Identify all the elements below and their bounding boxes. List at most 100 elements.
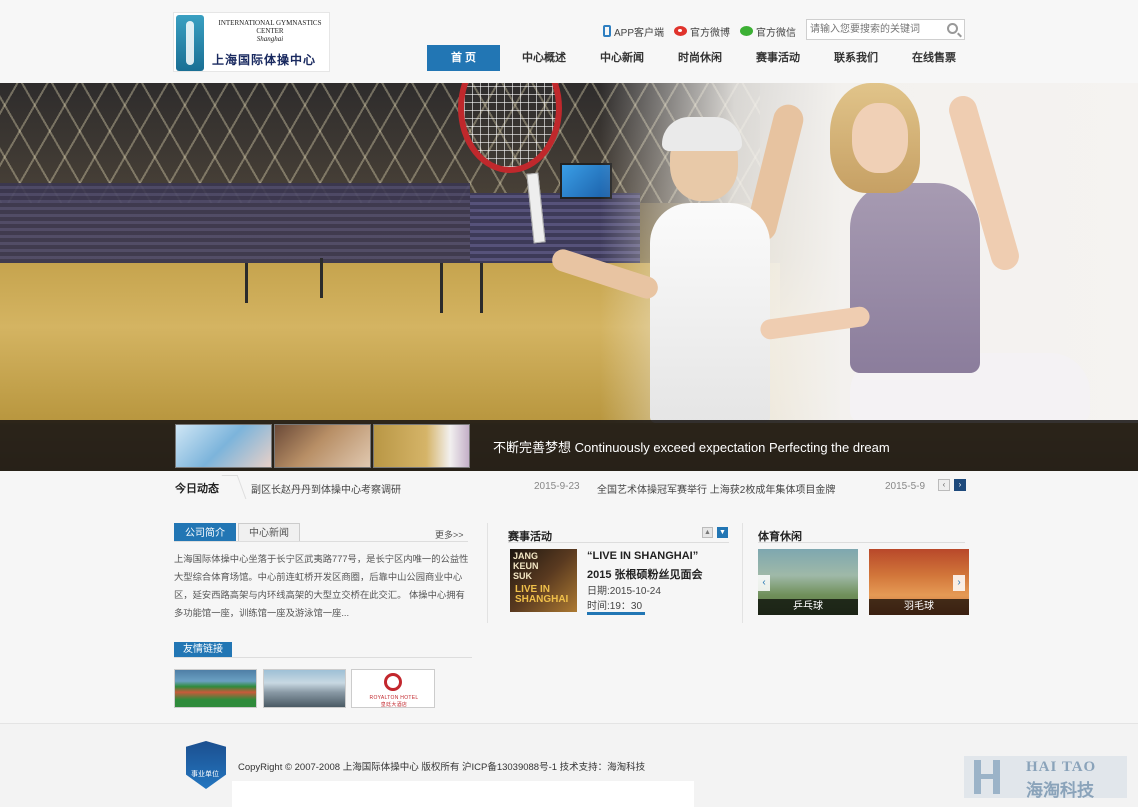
news-ticker: 今日动态 副区长赵丹丹到体操中心考察调研 2015-9-23 全国艺术体操冠军赛… bbox=[0, 471, 1138, 502]
app-link-label: APP客户端 bbox=[614, 27, 665, 39]
tennis-racket-image bbox=[458, 83, 578, 244]
company-intro-text: 上海国际体操中心坐落于长宁区武夷路777号，是长宁区内唯一的公益性大型综合体育场… bbox=[174, 554, 469, 618]
friend-link-stadium[interactable] bbox=[174, 669, 257, 708]
tennis-player-purple bbox=[759, 83, 1090, 423]
wechat-link-label: 官方微信 bbox=[756, 27, 797, 39]
banner-thumbnail-bar: 不断完善梦想 Continuously exceed expectation P… bbox=[0, 420, 1138, 471]
badge-label: 事业单位 bbox=[191, 771, 219, 778]
weibo-link-label: 官方微博 bbox=[690, 27, 731, 39]
search-icon[interactable] bbox=[947, 23, 958, 34]
event-poster-name: JANG KEUN SUK bbox=[513, 551, 539, 581]
logo-chinese: 上海国际体操中心 bbox=[212, 53, 317, 67]
hotel-name-cn: 皇廷大酒店 bbox=[380, 702, 408, 708]
royalton-logo-icon bbox=[384, 673, 402, 691]
ticker-title: 今日动态 bbox=[175, 483, 219, 495]
column-divider bbox=[487, 523, 488, 623]
logo-en-line2: Center bbox=[256, 27, 284, 35]
phone-icon bbox=[603, 25, 611, 37]
event-poster-title: LIVE IN SHANGHAI bbox=[515, 584, 569, 605]
tab-company-intro[interactable]: 公司简介 bbox=[174, 523, 236, 542]
net-pole bbox=[480, 263, 483, 313]
more-link[interactable]: 更多>> bbox=[435, 528, 464, 541]
player-cap bbox=[662, 117, 742, 151]
gymnast-logo-icon bbox=[176, 15, 204, 71]
links-underline bbox=[174, 657, 472, 658]
nav-news[interactable]: 中心新闻 bbox=[583, 45, 661, 71]
ticker-date: 2015-5-9 bbox=[885, 481, 926, 492]
sport-caption: 乒乓球 bbox=[758, 599, 858, 615]
tab-center-news[interactable]: 中心新闻 bbox=[238, 523, 300, 542]
wechat-icon bbox=[740, 26, 754, 36]
about-tabs: 公司简介 中心新闻 bbox=[174, 523, 302, 542]
search-box bbox=[806, 19, 965, 40]
logo-en-line1: International Gymnastics bbox=[218, 19, 322, 27]
app-link[interactable]: APP客户端 bbox=[603, 24, 664, 39]
sports-prev-arrow[interactable]: ‹ bbox=[758, 575, 770, 591]
racket-handle bbox=[526, 172, 546, 244]
friend-link-building[interactable] bbox=[263, 669, 346, 708]
sport-caption: 羽毛球 bbox=[869, 599, 969, 615]
events-up-button[interactable]: ▲ bbox=[702, 527, 713, 538]
public-institution-badge-icon[interactable]: 事业单位 bbox=[186, 741, 226, 789]
nav-home[interactable]: 首 页 bbox=[427, 45, 500, 71]
player-body bbox=[650, 203, 770, 423]
search-input[interactable] bbox=[810, 22, 940, 37]
haitao-watermark: HAI TAO 海淘科技 bbox=[964, 756, 1127, 800]
nav-overview[interactable]: 中心概述 bbox=[505, 45, 583, 71]
sport-item-pingpong[interactable]: 乒乓球 bbox=[758, 549, 858, 615]
nav-contact[interactable]: 联系我们 bbox=[817, 45, 895, 71]
wechat-link[interactable]: 官方微信 bbox=[740, 24, 796, 39]
net-pole bbox=[245, 263, 248, 303]
ticker-item[interactable]: 全国艺术体操冠军赛举行 上海获2枚成年集体项目金牌 bbox=[597, 481, 835, 496]
event-time: 时间:19：30 bbox=[587, 601, 643, 612]
net-pole bbox=[320, 258, 323, 298]
friend-link-royalton-hotel[interactable]: ROYALTON HOTEL 皇廷大酒店 bbox=[351, 669, 435, 708]
events-underline bbox=[508, 542, 729, 543]
banner-thumb-3[interactable] bbox=[373, 424, 470, 468]
hotel-name: ROYALTON HOTEL 皇廷大酒店 bbox=[356, 695, 432, 708]
weibo-icon bbox=[674, 26, 688, 36]
event-progress-bar bbox=[587, 612, 645, 615]
haitao-en: HAI TAO bbox=[1026, 759, 1097, 775]
event-headline-1[interactable]: “LIVE IN SHANGHAI” bbox=[587, 550, 698, 562]
player-face bbox=[852, 103, 908, 173]
column-divider bbox=[742, 523, 743, 623]
banner-thumb-2[interactable] bbox=[274, 424, 371, 468]
tennis-player-white bbox=[549, 101, 807, 423]
arena-stands bbox=[0, 183, 470, 273]
haitao-cn: 海淘科技 bbox=[1026, 781, 1094, 800]
top-links: APP客户端 官方微博 官方微信 bbox=[603, 22, 806, 40]
copyright-text: CopyRight © 2007-2008 上海国际体操中心 版权所有 沪ICP… bbox=[238, 762, 646, 773]
ticker-next-button[interactable]: › bbox=[954, 479, 966, 491]
banner-thumb-1[interactable] bbox=[175, 424, 272, 468]
hero-banner[interactable]: 不断完善梦想 Continuously exceed expectation P… bbox=[0, 83, 1138, 471]
main-nav: 首 页 中心概述 中心新闻 时尚休闲 赛事活动 联系我们 在线售票 bbox=[427, 45, 973, 71]
event-headline-2[interactable]: 2015 张根硕粉丝见面会 bbox=[587, 566, 703, 582]
nav-leisure[interactable]: 时尚休闲 bbox=[661, 45, 739, 71]
ticker-date: 2015-9-23 bbox=[534, 481, 580, 492]
footer-white-box bbox=[232, 781, 694, 807]
site-logo[interactable]: International Gymnastics Center Shanghai… bbox=[173, 12, 330, 72]
logo-english: International Gymnastics Center Shanghai bbox=[210, 19, 330, 43]
haitao-h-bar bbox=[974, 774, 1000, 779]
banner-slogan: 不断完善梦想 Continuously exceed expectation P… bbox=[493, 440, 890, 455]
racket-head bbox=[458, 83, 562, 173]
site-header: International Gymnastics Center Shanghai… bbox=[0, 0, 1138, 83]
logo-en-line3: Shanghai bbox=[256, 35, 284, 43]
sports-underline bbox=[758, 542, 965, 543]
event-poster-image[interactable]: JANG KEUN SUK LIVE IN SHANGHAI bbox=[510, 549, 577, 612]
friend-links-title: 友情链接 bbox=[174, 642, 232, 658]
ticker-prev-button[interactable]: ‹ bbox=[938, 479, 950, 491]
nav-events[interactable]: 赛事活动 bbox=[739, 45, 817, 71]
player-body bbox=[850, 183, 980, 373]
nav-tickets[interactable]: 在线售票 bbox=[895, 45, 973, 71]
net-pole bbox=[440, 263, 443, 313]
ticker-item[interactable]: 副区长赵丹丹到体操中心考察调研 bbox=[251, 481, 401, 496]
tab-underline bbox=[174, 541, 468, 542]
sports-next-arrow[interactable]: › bbox=[953, 575, 965, 591]
ticker-divider bbox=[221, 475, 247, 499]
weibo-link[interactable]: 官方微博 bbox=[674, 24, 730, 39]
site-footer: 事业单位 CopyRight © 2007-2008 上海国际体操中心 版权所有… bbox=[0, 723, 1138, 807]
events-down-button[interactable]: ▼ bbox=[717, 527, 728, 538]
event-date: 日期:2015-10-24 bbox=[587, 586, 661, 597]
